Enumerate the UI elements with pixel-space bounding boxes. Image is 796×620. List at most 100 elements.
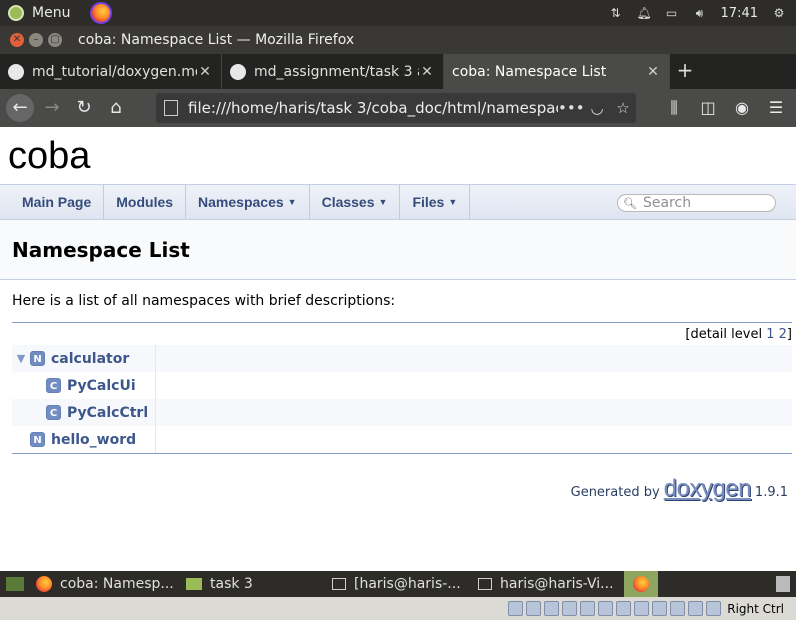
url-text[interactable]: file:///home/haris/task 3/coba_doc/html/… <box>188 99 558 117</box>
detail-level-1-link[interactable]: 1 <box>766 327 774 342</box>
footer: Generated by doxygen 1.9.1 <box>571 475 788 503</box>
taskbar-item-terminal-1[interactable]: [haris@haris-... <box>326 571 472 597</box>
tab-label: coba: Namespace List <box>452 63 607 80</box>
detail-level-label: [detail level <box>685 327 763 342</box>
trash-icon[interactable] <box>770 571 796 597</box>
new-tab-button[interactable]: + <box>670 54 700 89</box>
firefox-icon <box>633 576 649 592</box>
taskbar-item-terminal-2[interactable]: haris@haris-Vi... <box>472 571 624 597</box>
nav-main-page[interactable]: Main Page <box>0 185 105 219</box>
nav-label: Files <box>412 194 445 210</box>
clock[interactable]: 17:41 <box>721 6 758 21</box>
tab-md-assignment[interactable]: md_assignment/task 3 at ✕ <box>222 54 444 89</box>
caret-down-icon: ▼ <box>448 197 458 207</box>
column-separator <box>155 399 156 426</box>
intro-text: Here is a list of all namespaces with br… <box>12 293 396 309</box>
tab-strip: md_tutorial/doxygen.md ✕ md_assignment/t… <box>0 54 796 89</box>
window-close-button[interactable]: ✕ <box>10 33 24 47</box>
detail-level-2-link[interactable]: 2 <box>779 327 787 342</box>
show-desktop-icon[interactable] <box>0 571 30 597</box>
search-field[interactable]: 🔍︎ Search <box>617 194 776 212</box>
network-icon[interactable] <box>562 601 578 616</box>
class-badge: C <box>46 405 61 420</box>
nav-modules[interactable]: Modules <box>104 185 187 219</box>
search-icon[interactable]: 🔍︎ <box>623 197 637 210</box>
ubuntu-logo-icon[interactable] <box>8 5 24 21</box>
display-icon[interactable] <box>616 601 632 616</box>
system-tray: ⇅ 🔔︎ ▭ 🔊︎ 17:41 ⚙ <box>609 0 796 26</box>
page-actions-icon[interactable]: ••• <box>558 99 585 117</box>
namespace-link-hello-word[interactable]: hello_word <box>51 432 136 448</box>
cpu-icon[interactable] <box>652 601 668 616</box>
class-badge: C <box>46 378 61 393</box>
namespace-table: ▼ N calculator C PyCalcUi C PyCalcCtrl N… <box>12 345 792 453</box>
home-icon[interactable]: ⌂ <box>102 94 130 122</box>
nav-classes[interactable]: Classes ▼ <box>310 185 401 219</box>
namespace-link-calculator[interactable]: calculator <box>51 351 129 367</box>
project-name: coba <box>8 135 91 177</box>
taskbar-item-folder[interactable]: task 3 <box>180 571 326 597</box>
notification-bell-icon[interactable]: 🔔︎ <box>637 6 652 20</box>
namespace-badge: N <box>30 351 45 366</box>
forward-arrow-icon[interactable]: → <box>38 94 66 122</box>
mouse-integration-icon[interactable] <box>688 601 704 616</box>
system-top-panel: Menu ⇅ 🔔︎ ▭ 🔊︎ 17:41 ⚙ <box>0 0 796 26</box>
firefox-launcher-icon[interactable] <box>90 2 113 24</box>
reload-icon[interactable]: ↻ <box>70 94 98 122</box>
shared-folders-icon[interactable] <box>598 601 614 616</box>
library-icon[interactable]: ⫼ <box>660 94 688 122</box>
class-link-pycalcui[interactable]: PyCalcUi <box>67 378 136 394</box>
bookmark-star-icon[interactable]: ☆ <box>610 99 636 117</box>
url-bar[interactable]: file:///home/haris/task 3/coba_doc/html/… <box>156 93 636 123</box>
hard-disk-icon[interactable] <box>508 601 524 616</box>
divider <box>12 453 792 454</box>
window-minimize-button[interactable]: – <box>29 33 43 47</box>
network-arrows-icon[interactable]: ⇅ <box>609 6 623 20</box>
window-titlebar: ✕ – ▢ coba: Namespace List — Mozilla Fir… <box>0 26 796 54</box>
caret-down-icon: ▼ <box>287 197 297 207</box>
taskbar-item-firefox[interactable]: coba: Namesp... <box>30 571 180 597</box>
battery-icon[interactable]: ▭ <box>665 6 679 20</box>
search-placeholder[interactable]: Search <box>643 195 691 211</box>
class-link-pycalcctrl[interactable]: PyCalcCtrl <box>67 405 148 421</box>
tab-close-icon[interactable]: ✕ <box>197 64 213 80</box>
back-arrow-icon[interactable]: ← <box>6 94 34 122</box>
page-info-icon[interactable] <box>164 100 178 116</box>
optical-drive-icon[interactable] <box>526 601 542 616</box>
tab-namespace-list[interactable]: coba: Namespace List ✕ <box>444 54 670 89</box>
sidebar-icon[interactable]: ◫ <box>694 94 722 122</box>
power-gear-icon[interactable]: ⚙ <box>772 6 786 20</box>
audio-icon[interactable] <box>544 601 560 616</box>
nav-files[interactable]: Files ▼ <box>400 185 471 219</box>
github-icon <box>230 63 246 80</box>
detail-level: [detail level 1 2] <box>685 327 792 342</box>
hamburger-menu-icon[interactable]: ☰ <box>762 94 790 122</box>
menu-label[interactable]: Menu <box>32 5 70 21</box>
account-icon[interactable]: ◉ <box>728 94 756 122</box>
tab-close-icon[interactable]: ✕ <box>419 64 435 80</box>
pocket-icon[interactable]: ◡ <box>584 99 610 117</box>
firefox-icon <box>36 576 52 592</box>
tab-label: md_assignment/task 3 at <box>254 63 419 80</box>
taskbar-label: [haris@haris-... <box>354 576 461 592</box>
caret-down-icon: ▼ <box>378 197 388 207</box>
folder-icon <box>186 578 202 590</box>
table-row: C PyCalcUi <box>12 372 792 399</box>
keyboard-capture-icon[interactable] <box>706 601 722 616</box>
terminal-icon <box>478 578 492 590</box>
usb-icon[interactable] <box>580 601 596 616</box>
vm-status-bar: Right Ctrl <box>0 597 796 620</box>
taskbar-firefox-launcher[interactable] <box>624 571 658 597</box>
expand-arrow-icon[interactable]: ▼ <box>12 352 30 365</box>
doxygen-logo-link[interactable]: doxygen <box>664 475 752 503</box>
tab-label: md_tutorial/doxygen.md <box>32 63 197 80</box>
guest-additions-icon[interactable] <box>670 601 686 616</box>
nav-namespaces[interactable]: Namespaces ▼ <box>186 185 310 219</box>
tab-close-icon[interactable]: ✕ <box>645 64 661 80</box>
navigation-toolbar: ← → ↻ ⌂ file:///home/haris/task 3/coba_d… <box>0 89 796 127</box>
volume-icon[interactable]: 🔊︎ <box>693 6 707 20</box>
video-capture-icon[interactable] <box>634 601 650 616</box>
window-maximize-button[interactable]: ▢ <box>48 33 62 47</box>
footer-text: Generated by <box>570 485 660 500</box>
tab-md-tutorial[interactable]: md_tutorial/doxygen.md ✕ <box>0 54 222 89</box>
